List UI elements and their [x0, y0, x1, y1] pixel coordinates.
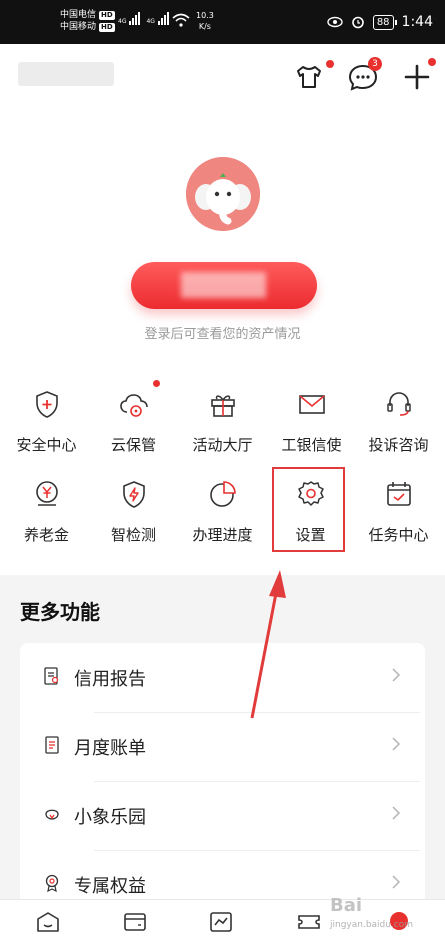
elephant-icon [45, 809, 59, 820]
cloud-lock-icon [119, 394, 148, 417]
gift-icon [210, 395, 235, 417]
list-item-elephant-park[interactable]: 小象乐园 [20, 781, 405, 850]
cloud-red-dot [153, 380, 160, 387]
message-badge: 3 [368, 57, 382, 71]
list-item-credit-report[interactable]: 信用报告 [20, 643, 405, 712]
chevron-right-icon [392, 875, 401, 889]
eye-icon [327, 16, 343, 28]
shield-bolt-icon [122, 481, 145, 508]
home-icon[interactable] [35, 910, 61, 934]
calendar-check-icon [386, 482, 411, 506]
carrier-1: 中国电信 [60, 10, 97, 20]
medal-icon [45, 874, 59, 892]
list-item-monthly-bill[interactable]: 月度账单 [20, 712, 405, 781]
grid-item-label: 工银信使 [281, 436, 342, 454]
grid-item-label: 活动大厅 [192, 436, 253, 454]
hd-badge: HD [99, 10, 115, 20]
elephant-mascot-icon [186, 157, 260, 231]
watermark-url: jingyan.baidu.com [330, 920, 414, 930]
avatar[interactable] [186, 157, 260, 231]
tshirt-icon[interactable] [292, 60, 326, 94]
chevron-right-icon [392, 806, 401, 820]
signal-1-icon: 4G [118, 12, 141, 25]
list-item-label: 信用报告 [74, 669, 146, 690]
grid-item-label: 任务中心 [368, 526, 429, 544]
login-button[interactable] [131, 262, 317, 309]
more-functions-title: 更多功能 [20, 600, 100, 624]
grid-item-icbc-messenger[interactable]: 工银信使 [267, 388, 356, 455]
net-speed: 10.3 K/s [196, 11, 214, 31]
wifi-icon [172, 13, 190, 27]
watermark-brand: Bai [330, 895, 363, 916]
ticket-icon[interactable] [296, 910, 322, 934]
envelope-icon [298, 395, 325, 414]
login-hint: 登录后可查看您的资产情况 [144, 327, 301, 342]
username-blurred [18, 62, 114, 86]
grid-item-pension[interactable]: 养老金 [2, 478, 91, 545]
hd-badge: HD [99, 22, 115, 32]
signal-icons: 4G 4G [118, 12, 169, 25]
grid-item-cloud-storage[interactable]: 云保管 [89, 380, 178, 455]
more-functions-card: 信用报告 月度账单 小象乐园 专属权益 [20, 643, 425, 913]
grid-item-task-center[interactable]: 任务中心 [354, 478, 443, 545]
grid-item-label: 投诉咨询 [368, 436, 429, 454]
pie-progress-icon [209, 481, 236, 507]
bill-icon [45, 736, 59, 754]
carrier-info: 中国电信 HD 中国移动 HD [60, 9, 115, 33]
grid-item-smart-detect[interactable]: 智检测 [89, 478, 178, 545]
carrier-2: 中国移动 [60, 22, 97, 32]
grid-item-activity-hall[interactable]: 活动大厅 [178, 388, 267, 455]
grid-item-label: 安全中心 [16, 436, 77, 454]
grid-item-label: 智检测 [110, 526, 156, 544]
chevron-right-icon [392, 737, 401, 751]
skin-red-dot [326, 60, 334, 68]
list-item-label: 小象乐园 [74, 807, 146, 828]
yen-coin-icon [35, 481, 58, 506]
grid-item-progress[interactable]: 办理进度 [178, 478, 267, 545]
grid-item-label: 云保管 [110, 436, 156, 454]
grid-item-label: 办理进度 [192, 526, 253, 544]
list-item-label: 专属权益 [74, 876, 146, 897]
signal-2-icon: 4G [146, 12, 169, 25]
grid-item-security-center[interactable]: 安全中心 [2, 388, 91, 455]
alarm-icon [352, 16, 364, 29]
card-icon[interactable] [122, 910, 148, 934]
login-label-blurred [181, 272, 266, 298]
status-bar: 中国电信 HD 中国移动 HD 4G 4G 10.3 K/s 88 1:44 [0, 0, 445, 44]
settings-highlight-box [272, 467, 345, 552]
battery-indicator: 88 [372, 14, 397, 30]
credit-report-icon [44, 667, 59, 685]
plus-red-dot [428, 58, 436, 66]
grid-item-complaint[interactable]: 投诉咨询 [354, 388, 443, 455]
list-item-label: 月度账单 [74, 738, 146, 759]
chart-icon[interactable] [208, 910, 234, 934]
chevron-right-icon [392, 668, 401, 682]
clock: 1:44 [401, 14, 433, 30]
grid-item-label: 养老金 [23, 526, 69, 544]
shield-plus-icon [35, 391, 58, 418]
headset-icon [386, 392, 411, 416]
